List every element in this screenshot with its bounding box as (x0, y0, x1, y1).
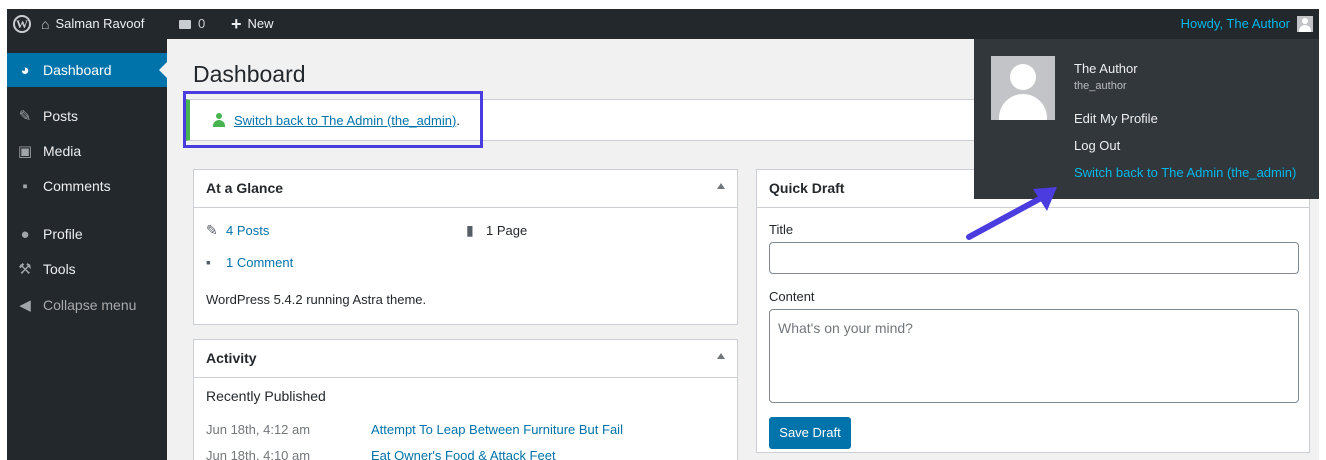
pages-count: 1 Page (486, 223, 528, 238)
collapse-menu-button[interactable]: ◀ Collapse menu (7, 288, 167, 322)
sidebar-item-tools[interactable]: ⚒ Tools (7, 252, 167, 286)
page-icon: ▮ (466, 222, 474, 238)
save-draft-button[interactable]: Save Draft (769, 417, 851, 449)
sidebar-item-posts[interactable]: ✎ Posts (7, 99, 167, 133)
display-name[interactable]: The Author (1074, 61, 1138, 76)
new-content-button[interactable]: + New (231, 9, 274, 39)
comments-link[interactable]: 0 (179, 9, 205, 39)
content-textarea[interactable]: What's on your mind? (769, 309, 1299, 403)
edit-profile-link[interactable]: Edit My Profile (1074, 111, 1158, 126)
comments-count: 0 (198, 16, 206, 31)
user-icon: ● (20, 225, 30, 243)
recently-published-heading: Recently Published (206, 388, 326, 404)
toggle-arrow-icon[interactable] (717, 353, 725, 359)
sidebar-item-label: Tools (43, 261, 76, 277)
glance-posts[interactable]: ✎ 4 Posts (206, 222, 269, 239)
switch-back-menu-link[interactable]: Switch back to The Admin (the_admin) (1074, 165, 1296, 180)
content-placeholder: What's on your mind? (778, 320, 913, 336)
highlight-annotation-box (183, 91, 483, 148)
widget-title[interactable]: At a Glance (194, 170, 737, 208)
sidebar-item-label: Comments (43, 178, 111, 194)
content-label: Content (769, 289, 815, 304)
sidebar-item-profile[interactable]: ● Profile (7, 217, 167, 251)
media-icon: ▣ (17, 143, 33, 160)
howdy-text: Howdy, The Author (1180, 16, 1290, 31)
pin-icon: ✎ (18, 108, 32, 125)
comment-icon: ▪ (206, 254, 211, 270)
widget-title[interactable]: Activity (194, 340, 737, 378)
sidebar-item-comments[interactable]: ▪ Comments (7, 169, 167, 203)
user-avatar (991, 56, 1055, 120)
pin-icon: ✎ (206, 222, 218, 238)
comment-icon: ▪ (22, 177, 28, 195)
new-label: New (247, 16, 274, 31)
sidebar-item-label: Dashboard (43, 62, 112, 78)
account-dropdown: The Author the_author Edit My Profile Lo… (974, 39, 1319, 199)
site-name-link[interactable]: ⌂ Salman Ravoof (41, 9, 144, 39)
username: the_author (1074, 80, 1127, 92)
avatar (1297, 16, 1313, 32)
sidebar-item-media[interactable]: ▣ Media (7, 134, 167, 168)
site-name: Salman Ravoof (55, 16, 145, 31)
activity-date: Jun 18th, 4:12 am (206, 422, 311, 437)
sidebar-item-label: Media (43, 143, 82, 159)
comments-count-link[interactable]: 1 Comment (226, 255, 293, 270)
comment-icon (179, 19, 191, 29)
my-account-menu[interactable]: Howdy, The Author (1181, 9, 1313, 39)
wordpress-logo-icon: W (13, 15, 31, 33)
annotation-arrow-icon (966, 187, 1057, 240)
version-text: WordPress 5.4.2 running Astra theme. (206, 292, 427, 307)
sidebar-item-label: Collapse menu (43, 297, 137, 313)
sidebar-item-dashboard[interactable]: ◕ Dashboard (7, 53, 167, 87)
collapse-icon: ◀ (19, 297, 31, 314)
glance-pages[interactable]: ▮ 1 Page (466, 222, 527, 239)
wordpress-logo-button[interactable]: W (13, 9, 31, 39)
logout-link[interactable]: Log Out (1074, 138, 1120, 153)
sidebar-item-label: Profile (43, 226, 83, 242)
admin-bar: W ⌂ Salman Ravoof 0 + New Howdy, The Aut… (7, 9, 1319, 39)
at-a-glance-widget: At a Glance ✎ 4 Posts ▮ 1 Page ▪ 1 Comme… (193, 169, 738, 325)
page-title: Dashboard (193, 61, 306, 87)
activity-widget: Activity Recently Published Jun 18th, 4:… (193, 339, 738, 460)
plus-icon: + (231, 14, 242, 34)
glance-comments[interactable]: ▪ 1 Comment (206, 254, 293, 270)
title-label: Title (769, 222, 794, 237)
activity-date: Jun 18th, 4:10 am (206, 448, 311, 460)
admin-sidebar: ◕ Dashboard ✎ Posts ▣ Media ▪ Comments ●… (7, 39, 167, 460)
activity-post-link[interactable]: Eat Owner's Food & Attack Feet (371, 448, 556, 460)
wp-admin-screen: W ⌂ Salman Ravoof 0 + New Howdy, The Aut… (7, 9, 1319, 460)
home-icon: ⌂ (41, 16, 50, 32)
sidebar-item-label: Posts (43, 108, 79, 124)
toggle-arrow-icon[interactable] (717, 183, 725, 189)
activity-post-link[interactable]: Attempt To Leap Between Furniture But Fa… (371, 422, 623, 437)
wrench-icon: ⚒ (18, 261, 32, 278)
posts-count-link[interactable]: 4 Posts (226, 223, 269, 238)
dashboard-icon: ◕ (20, 61, 30, 79)
